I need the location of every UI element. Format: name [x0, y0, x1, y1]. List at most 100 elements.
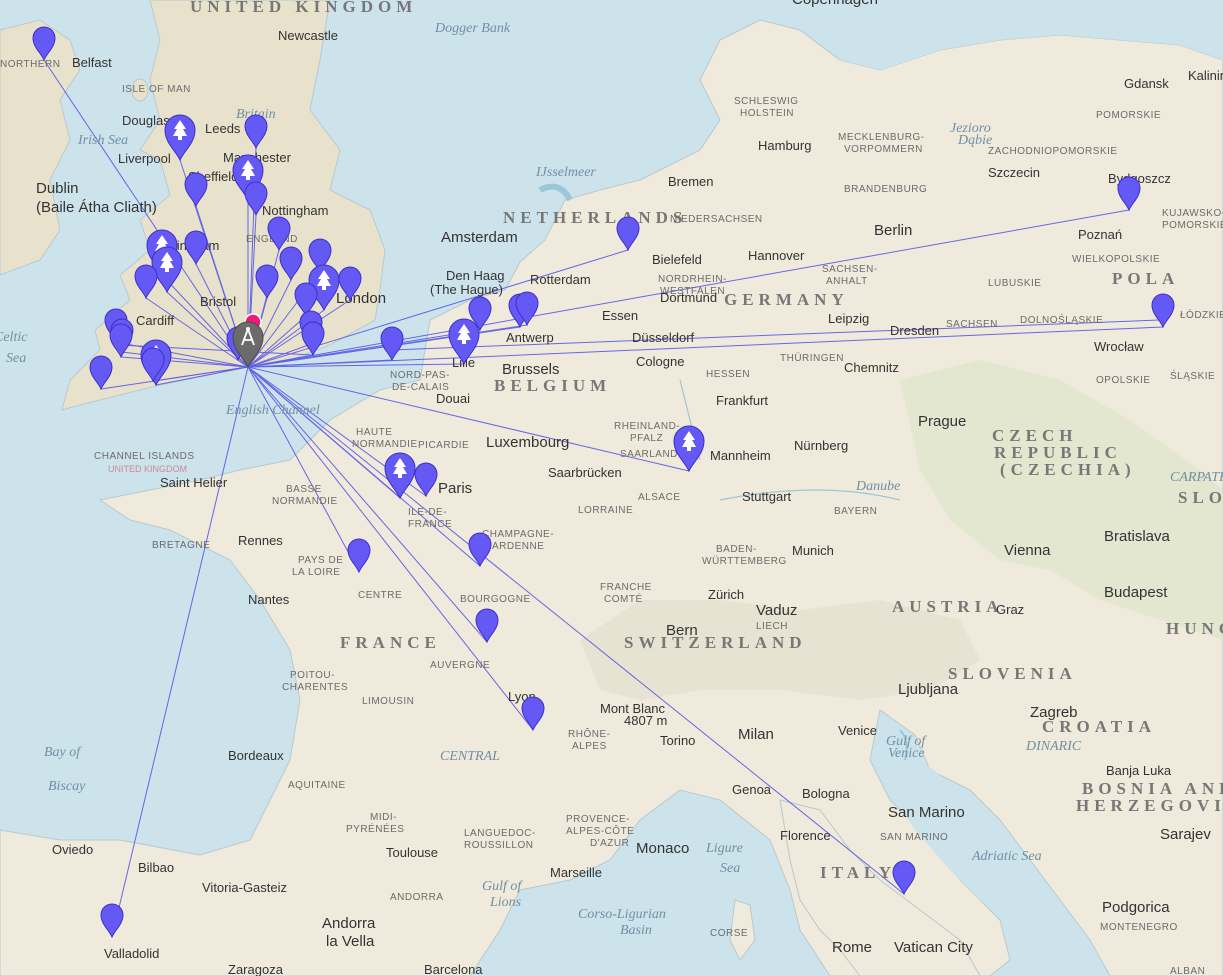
city-label: Ljubljana [898, 681, 959, 698]
city-label: Luxembourg [486, 434, 569, 451]
region-label: BASSE [286, 484, 322, 495]
city-label: Liverpool [118, 151, 171, 166]
region-label: KUJAWSKO- [1162, 208, 1223, 219]
water-label: Dogger Bank [434, 21, 511, 36]
city-label: Bremen [668, 174, 714, 189]
water-label: CENTRAL [440, 749, 500, 764]
region-label: ALSACE [638, 492, 680, 503]
region-label: LUBUSKIE [988, 278, 1041, 289]
region-label: BADEN- [716, 544, 757, 555]
region-label: SAARLAND [620, 449, 678, 460]
region-label: ŁÓDZKIE [1180, 308, 1223, 321]
region-label: FRANCHE [600, 582, 652, 593]
region-label: LANGUEDOC- [464, 828, 536, 839]
water-label: Biscay [48, 779, 86, 794]
water-label: Irish Sea [77, 133, 128, 148]
region-label: PICARDIE [418, 440, 469, 451]
region-label: RHÔNE- [568, 727, 610, 740]
city-label: Leipzig [828, 311, 869, 326]
city-label: Vitoria-Gasteiz [202, 880, 287, 895]
city-label: Leeds [205, 121, 241, 136]
city-label: Bristol [200, 294, 236, 309]
region-label: LIECH [756, 621, 788, 632]
city-label: Vatican City [894, 939, 973, 956]
city-label: Graz [996, 602, 1024, 617]
city-label: Copenhagen [792, 0, 878, 8]
city-label: Bratislava [1104, 528, 1171, 545]
city-label: Gdansk [1124, 76, 1169, 91]
city-label: Nürnberg [794, 438, 848, 453]
country-label: SWITZERLAND [624, 633, 807, 652]
city-label: Vaduz [756, 602, 797, 619]
city-label: Oviedo [52, 842, 93, 857]
region-label: ŚLĄSKIE [1170, 369, 1215, 382]
region-label: ROUSSILLON [464, 840, 533, 851]
water-label: Bay of [44, 745, 82, 760]
region-label: SACHSEN [946, 319, 998, 330]
map-canvas[interactable]: UNITED KINGDOM Newcastle Dogger Bank Belfas… [0, 0, 1223, 976]
region-label: RHEINLAND- [614, 421, 680, 432]
water-label: Celtic [0, 330, 28, 345]
city-label: Nantes [248, 592, 290, 607]
region-label: CENTRE [358, 590, 402, 601]
region-label: BAYERN [834, 506, 877, 517]
city-label: Banja Luka [1106, 763, 1172, 778]
city-label: la Vella [326, 933, 375, 950]
city-label: Marseille [550, 865, 602, 880]
city-label: Nottingham [262, 203, 328, 218]
region-label: POITOU- [290, 670, 335, 681]
city-label: Cologne [636, 354, 684, 369]
city-label: Saint Helier [160, 475, 228, 490]
city-label: Rennes [238, 533, 283, 548]
region-label: NORTHERN [0, 59, 60, 70]
region-label: ALPES-CÔTE [566, 824, 634, 837]
region-label: LA LOIRE [292, 567, 340, 578]
region-label: BOURGOGNE [460, 594, 531, 605]
city-label: Dublin [36, 180, 79, 197]
city-label: Bielefeld [652, 252, 702, 267]
region-label: NORD-PAS- [390, 370, 450, 381]
city-label: Paris [438, 480, 472, 497]
water-label: Gulf of [482, 879, 523, 894]
city-label: Bologna [802, 786, 850, 801]
country-label: CROATIA [1042, 717, 1156, 736]
country-label: AUSTRIA [892, 597, 1004, 616]
region-label: PAYS DE [298, 555, 343, 566]
water-label: Sea [6, 351, 26, 366]
region-label: NORMANDIE [352, 439, 418, 450]
country-label: NETHERLANDS [503, 208, 687, 227]
water-label: Adriatic Sea [971, 849, 1042, 864]
city-label: Vienna [1004, 542, 1051, 559]
region-label: HESSEN [706, 369, 750, 380]
country-label: SLOVENIA [948, 664, 1077, 683]
region-label: POMORSKIE [1162, 220, 1223, 231]
region-label: HOLSTEIN [740, 108, 794, 119]
city-label: Newcastle [278, 28, 338, 43]
country-label: GERMANY [724, 290, 849, 309]
water-label: Danube [855, 479, 900, 494]
city-label: Zaragoza [228, 962, 284, 976]
region-label: BRETAGNE [152, 540, 210, 551]
water-label: English Channel [225, 403, 320, 418]
region-label: D'AZUR [590, 838, 629, 849]
city-label: Berlin [874, 222, 912, 239]
region-label: MECKLENBURG- [838, 132, 925, 143]
region-label: MIDI- [370, 812, 397, 823]
region-label: ANHALT [826, 276, 868, 287]
city-label: Mannheim [710, 448, 771, 463]
region-label: PYRÉNÉES [346, 822, 404, 835]
city-label: Frankfurt [716, 393, 768, 408]
country-label: BELGIUM [494, 376, 611, 395]
city-label: Bordeaux [228, 748, 284, 763]
water-label: DINARIC [1025, 739, 1082, 754]
city-label: Toulouse [386, 845, 438, 860]
water-label: Basin [620, 923, 652, 938]
region-label: WIELKOPOLSKIE [1072, 254, 1160, 265]
region-label: AUVERGNE [430, 660, 490, 671]
city-label: Munich [792, 543, 834, 558]
region-label: ANDORRA [390, 892, 444, 903]
city-label: (The Hague) [430, 282, 503, 297]
country-label: UNITED KINGDOM [190, 0, 417, 16]
country-label: SLOVA [1178, 488, 1223, 507]
city-label: Dresden [890, 323, 939, 338]
